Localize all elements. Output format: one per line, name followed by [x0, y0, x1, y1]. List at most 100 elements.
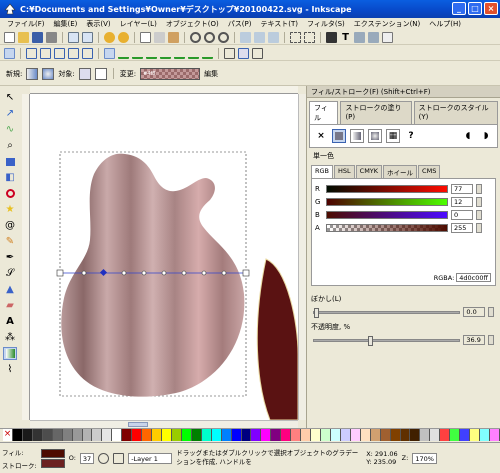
- snap-nodes-icon[interactable]: [104, 47, 115, 59]
- duplicate-icon[interactable]: [240, 31, 251, 43]
- palette-swatch[interactable]: [142, 429, 153, 441]
- palette-swatch[interactable]: [52, 429, 63, 441]
- palette-swatch[interactable]: [22, 429, 33, 441]
- eraser-tool-icon[interactable]: ▰: [3, 299, 17, 312]
- pen-tool-icon[interactable]: ✒: [3, 251, 17, 264]
- palette-swatch[interactable]: [291, 429, 302, 441]
- menu-filters[interactable]: フィルタ(S): [303, 19, 349, 29]
- snap-intersection-icon[interactable]: [132, 48, 143, 59]
- palette-swatch[interactable]: [42, 429, 53, 441]
- snap-bbox-corner-icon[interactable]: [54, 47, 65, 59]
- opacity-slider-thumb[interactable]: [367, 335, 373, 346]
- palette-swatch[interactable]: [241, 429, 252, 441]
- spray-tool-icon[interactable]: ⁂: [3, 331, 17, 344]
- palette-swatch[interactable]: [72, 429, 83, 441]
- snap-bbox-icon[interactable]: [26, 47, 37, 59]
- palette-swatch[interactable]: [271, 429, 282, 441]
- palette-swatch[interactable]: [390, 429, 401, 441]
- snap-bbox-edge-icon[interactable]: [40, 47, 51, 59]
- snap-midpoint-icon[interactable]: [174, 48, 185, 59]
- tab-fill[interactable]: フィル: [309, 101, 339, 124]
- palette-swatch[interactable]: [460, 429, 471, 441]
- fill-rule-nonzero-icon[interactable]: ◗: [479, 129, 493, 143]
- menu-path[interactable]: パス(P): [224, 19, 256, 29]
- export-icon[interactable]: [82, 31, 93, 43]
- red-value-input[interactable]: 77: [451, 183, 473, 194]
- eye-icon[interactable]: [98, 452, 110, 464]
- blur-value-input[interactable]: 0.0: [463, 307, 486, 317]
- edit-gradient-button[interactable]: 編集: [204, 69, 218, 79]
- menu-object[interactable]: オブジェクト(O): [162, 19, 223, 29]
- text-tool-icon[interactable]: A: [3, 315, 17, 328]
- unlink-clone-icon[interactable]: [268, 31, 279, 43]
- palette-swatch[interactable]: [191, 429, 202, 441]
- lock-icon[interactable]: [113, 452, 125, 464]
- minimize-button[interactable]: _: [452, 2, 466, 15]
- target-fill-button[interactable]: [78, 67, 91, 80]
- menu-layer[interactable]: レイヤー(L): [116, 19, 161, 29]
- snap-page-icon[interactable]: [224, 47, 235, 59]
- alpha-slider[interactable]: [326, 223, 448, 232]
- radial-gradient-button[interactable]: [368, 129, 382, 143]
- palette-swatch[interactable]: [102, 429, 113, 441]
- fill-rule-evenodd-icon[interactable]: ◖: [461, 129, 475, 143]
- snap-toggle-icon[interactable]: [4, 47, 15, 59]
- palette-swatch[interactable]: [450, 429, 461, 441]
- vertical-scrollbar[interactable]: [298, 94, 306, 420]
- no-paint-button[interactable]: ×: [314, 129, 328, 143]
- tweak-tool-icon[interactable]: ∿: [3, 123, 17, 136]
- blur-spinner[interactable]: [488, 307, 494, 317]
- maximize-button[interactable]: □: [468, 2, 482, 15]
- fill-stroke-icon[interactable]: [326, 31, 337, 43]
- palette-swatch[interactable]: [261, 429, 272, 441]
- selector-tool-icon[interactable]: ↖: [3, 91, 17, 104]
- palette-swatch[interactable]: [82, 429, 93, 441]
- tab-cms[interactable]: CMS: [418, 165, 441, 178]
- menu-extensions[interactable]: エクステンション(N): [350, 19, 425, 29]
- redo-icon[interactable]: [118, 31, 129, 43]
- tab-stroke-paint[interactable]: ストロークの塗り(P): [340, 101, 412, 124]
- flat-color-button[interactable]: [332, 129, 346, 143]
- import-icon[interactable]: [68, 31, 79, 43]
- copy-icon[interactable]: [140, 31, 151, 43]
- palette-swatch[interactable]: [301, 429, 312, 441]
- blue-slider[interactable]: [326, 210, 448, 219]
- calligraphy-tool-icon[interactable]: 𝒮: [3, 267, 17, 280]
- rgba-input[interactable]: 4d0c00ff: [456, 273, 491, 282]
- fill-swatch[interactable]: [40, 448, 65, 458]
- target-stroke-button[interactable]: [94, 67, 107, 80]
- palette-none-swatch[interactable]: ×: [3, 429, 13, 441]
- palette-swatch[interactable]: [152, 429, 162, 441]
- palette-swatch[interactable]: [340, 429, 351, 441]
- palette-swatch[interactable]: [360, 429, 371, 441]
- opacity-value-input[interactable]: 36.9: [463, 335, 486, 345]
- palette-swatch[interactable]: [410, 429, 421, 441]
- snap-bbox-center-icon[interactable]: [82, 47, 93, 59]
- palette-swatch[interactable]: [311, 429, 321, 441]
- node-tool-icon[interactable]: ↗: [3, 107, 17, 120]
- preferences-icon[interactable]: [382, 31, 393, 43]
- tab-hsl[interactable]: HSL: [334, 165, 355, 178]
- new-linear-gradient-button[interactable]: [26, 67, 39, 80]
- menu-text[interactable]: テキスト(T): [256, 19, 302, 29]
- palette-swatch[interactable]: [430, 429, 441, 441]
- align-icon[interactable]: [368, 31, 379, 43]
- snap-smooth-icon[interactable]: [160, 48, 171, 59]
- palette-swatch[interactable]: [201, 429, 212, 441]
- palette-swatch[interactable]: [281, 429, 292, 441]
- new-radial-gradient-button[interactable]: [42, 67, 55, 80]
- paint-bucket-tool-icon[interactable]: ▲: [3, 283, 17, 296]
- text-font-icon[interactable]: T: [340, 32, 351, 43]
- palette-swatch[interactable]: [162, 429, 172, 441]
- snap-object-center-icon[interactable]: [188, 48, 199, 59]
- snap-path-icon[interactable]: [118, 48, 129, 59]
- gradient-select[interactable]: #4f8: [140, 67, 201, 80]
- horizontal-scroll-thumb[interactable]: [128, 422, 148, 427]
- dropper-tool-icon[interactable]: ⌇: [3, 363, 17, 376]
- palette-swatch[interactable]: [181, 429, 192, 441]
- pencil-tool-icon[interactable]: ✎: [3, 235, 17, 248]
- red-spinner[interactable]: [476, 183, 482, 194]
- zoom-input[interactable]: 170%: [412, 452, 437, 464]
- palette-swatch[interactable]: [400, 429, 411, 441]
- fill-stroke-indicator[interactable]: [40, 448, 65, 468]
